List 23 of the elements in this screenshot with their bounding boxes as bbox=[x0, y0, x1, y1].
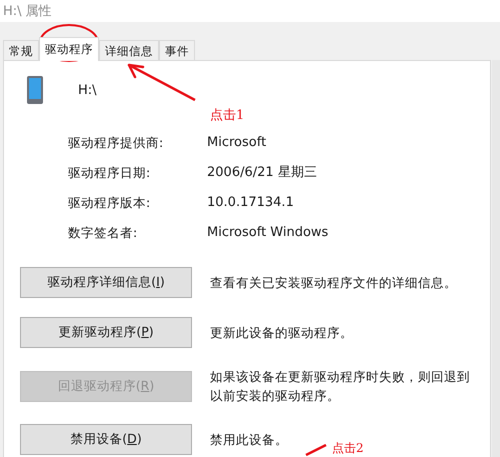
device-name: H:\ bbox=[78, 82, 97, 98]
annotation-text: 点击1 bbox=[210, 107, 244, 124]
action-description: 如果该设备在更新驱动程序时失败，则回退到以前安装的驱动程序。 bbox=[210, 368, 471, 405]
property-value: 2006/6/21 星期三 bbox=[207, 164, 318, 182]
tab[interactable]: 驱动程序 bbox=[39, 37, 99, 61]
action-description: 查看有关已安装驱动程序文件的详细信息。 bbox=[210, 274, 457, 292]
tab[interactable]: 常规 bbox=[3, 40, 39, 61]
action-description: 更新此设备的驱动程序。 bbox=[210, 324, 353, 342]
action-button[interactable]: 禁用设备(D) bbox=[20, 424, 192, 455]
window-title: H:\ 属性 bbox=[3, 3, 52, 20]
property-label: 驱动程序日期: bbox=[68, 164, 152, 182]
property-value: Microsoft bbox=[207, 134, 268, 152]
action-button[interactable]: 驱动程序详细信息(I) bbox=[20, 267, 192, 298]
property-label: 驱动程序提供商: bbox=[68, 134, 164, 152]
property-value: Microsoft Windows bbox=[207, 224, 330, 242]
property-label: 数字签名者: bbox=[68, 224, 138, 242]
action-button[interactable]: 更新驱动程序(P) bbox=[20, 317, 192, 348]
tab[interactable]: 详细信息 bbox=[99, 40, 159, 61]
tab[interactable]: 事件 bbox=[159, 40, 195, 61]
property-label: 驱动程序版本: bbox=[68, 194, 152, 212]
action-description: 禁用此设备。 bbox=[210, 431, 288, 449]
annotation-text: 点击2 bbox=[332, 440, 364, 457]
property-value: 10.0.17134.1 bbox=[207, 194, 295, 212]
